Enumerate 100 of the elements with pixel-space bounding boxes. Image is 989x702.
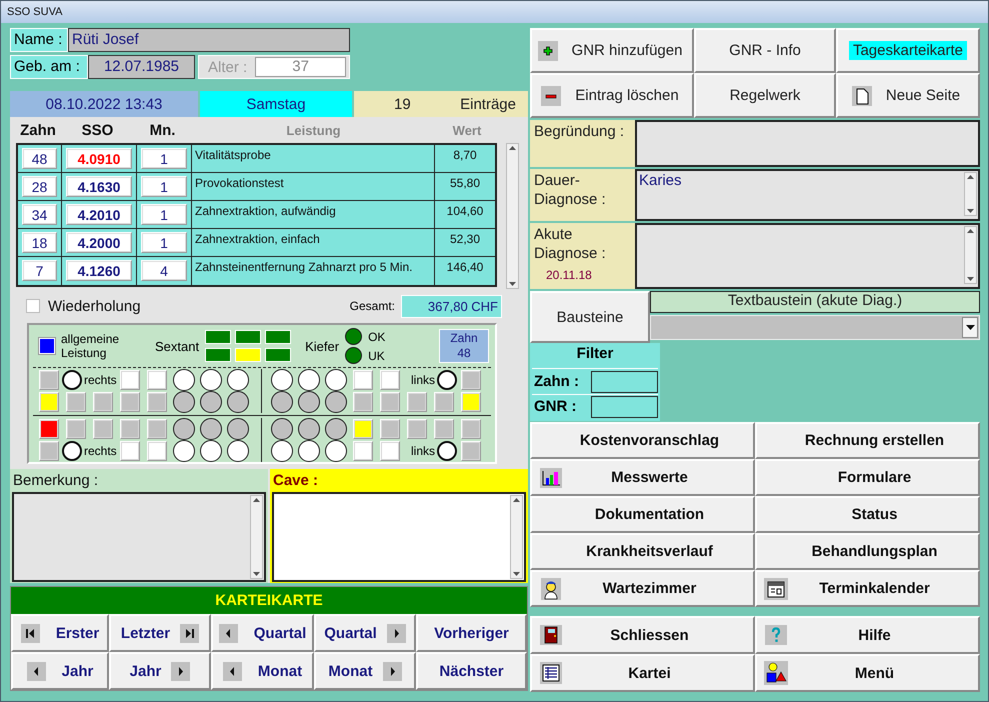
tooth-square[interactable] (120, 419, 140, 439)
toolbar-button[interactable]: GNR hinzufügen (530, 28, 694, 73)
tooth-square[interactable] (146, 419, 166, 439)
action-button[interactable]: Formulare (755, 459, 980, 496)
tooth-circle[interactable] (298, 369, 320, 391)
jaw-toggle[interactable] (345, 347, 362, 364)
tooth-circle[interactable] (172, 391, 194, 413)
tooth-field[interactable]: 7 (22, 260, 57, 281)
tooth-square[interactable] (120, 370, 140, 390)
tooth-circle[interactable] (226, 391, 248, 413)
code-field[interactable]: 4.1630 (66, 176, 132, 197)
toolbar-button[interactable]: Tageskarteikarte (836, 28, 980, 73)
nav-button[interactable]: Quartal (211, 614, 314, 652)
action-button[interactable]: Terminkalender (755, 570, 980, 607)
quantity-field[interactable]: 1 (141, 204, 187, 225)
down-arrow-icon[interactable] (966, 207, 975, 215)
tooth-field[interactable]: 34 (22, 204, 57, 225)
toolbar-button[interactable]: GNR - Info (694, 28, 836, 73)
tooth-circle[interactable] (298, 418, 320, 440)
code-field[interactable]: 4.2000 (66, 232, 132, 253)
remark-field[interactable] (12, 492, 266, 582)
code-field[interactable]: 4.0910 (66, 148, 132, 169)
tooth-square[interactable] (352, 441, 372, 461)
tooth-square[interactable] (120, 392, 140, 412)
tooth-circle[interactable] (298, 440, 320, 462)
cave-field[interactable] (272, 492, 526, 582)
down-arrow-icon[interactable] (966, 275, 975, 283)
scrollbar[interactable] (964, 172, 977, 216)
tooth-square[interactable] (352, 392, 372, 412)
tooth-field[interactable]: 18 (22, 232, 57, 253)
nav-button[interactable]: Quartal (314, 614, 416, 652)
action-button[interactable]: Kartei (530, 654, 755, 692)
scrollbar[interactable] (510, 495, 523, 579)
tooth-square[interactable] (38, 419, 58, 439)
down-arrow-icon[interactable] (252, 570, 261, 578)
tooth-circle[interactable] (226, 440, 248, 462)
sextant-toggle[interactable] (205, 348, 232, 362)
tooth-square[interactable] (406, 392, 426, 412)
age-field[interactable]: 37 (255, 57, 346, 77)
nav-button[interactable]: Jahr (109, 652, 211, 690)
tooth-circle[interactable] (226, 369, 248, 391)
tooth-circle[interactable] (270, 391, 292, 413)
tooth-circle[interactable] (200, 418, 222, 440)
tooth-square[interactable] (120, 441, 140, 461)
up-arrow-icon[interactable] (966, 173, 975, 181)
diagnosis-field[interactable]: Karies (635, 169, 980, 221)
toolbar-button[interactable]: Eintrag löschen (530, 73, 694, 118)
tooth-circle[interactable] (226, 418, 248, 440)
toolbar-button[interactable]: Neue Seite (836, 73, 980, 118)
jaw-toggle[interactable] (345, 328, 362, 345)
diagnosis-field[interactable] (635, 223, 980, 289)
action-button[interactable]: Behandlungsplan (755, 533, 980, 570)
bausteine-button[interactable]: Bausteine (530, 291, 650, 343)
down-arrow-icon[interactable] (512, 570, 521, 578)
quantity-field[interactable]: 1 (141, 176, 187, 197)
up-arrow-icon[interactable] (508, 144, 517, 152)
name-field[interactable]: Rüti Josef (68, 28, 350, 52)
tooth-circle[interactable] (270, 418, 292, 440)
scrollbar[interactable] (964, 226, 977, 284)
nav-button[interactable]: Jahr (11, 652, 109, 690)
action-button[interactable]: Wartezimmer (530, 570, 755, 607)
tooth-circle[interactable] (172, 440, 194, 462)
tooth-square[interactable] (92, 392, 112, 412)
quantity-field[interactable]: 1 (141, 232, 187, 253)
tooth-square[interactable] (380, 419, 400, 439)
action-button[interactable]: Status (755, 496, 980, 533)
nav-button[interactable]: Erster (11, 614, 109, 652)
action-button[interactable]: Dokumentation (530, 496, 755, 533)
repeat-checkbox[interactable] (26, 299, 40, 313)
tooth-circle[interactable] (200, 369, 222, 391)
tooth-field[interactable]: 48 (22, 148, 57, 169)
tooth-circle[interactable] (324, 391, 346, 413)
action-button[interactable]: Messwerte (530, 459, 755, 496)
nav-button[interactable]: Nächster (416, 652, 527, 690)
nav-button[interactable]: Monat (211, 652, 314, 690)
quantity-field[interactable]: 1 (141, 148, 187, 169)
tooth-circle[interactable] (172, 369, 194, 391)
tooth-square[interactable] (406, 419, 426, 439)
tooth-square[interactable] (146, 441, 166, 461)
tooth-circle[interactable] (298, 391, 320, 413)
tooth-square[interactable] (146, 370, 166, 390)
tooth-circle[interactable] (270, 369, 292, 391)
nav-button[interactable]: Monat (314, 652, 416, 690)
action-button[interactable]: Krankheitsverlauf (530, 533, 755, 570)
diagnosis-field[interactable] (635, 120, 980, 167)
nav-button[interactable]: Vorheriger (416, 614, 527, 652)
birth-date-field[interactable]: 12.07.1985 (88, 55, 195, 79)
tooth-square[interactable] (352, 419, 372, 439)
tooth-square[interactable] (146, 392, 166, 412)
tooth-square[interactable] (92, 419, 112, 439)
action-button[interactable]: Rechnung erstellen (755, 422, 980, 459)
side-ring[interactable] (62, 441, 82, 461)
sextant-toggle[interactable] (265, 348, 292, 362)
sextant-toggle[interactable] (265, 330, 292, 344)
tooth-circle[interactable] (324, 418, 346, 440)
action-button[interactable]: Kostenvoranschlag (530, 422, 755, 459)
tooth-circle[interactable] (324, 369, 346, 391)
tooth-field[interactable]: 28 (22, 176, 57, 197)
code-field[interactable]: 4.1260 (66, 260, 132, 281)
tooth-circle[interactable] (200, 391, 222, 413)
